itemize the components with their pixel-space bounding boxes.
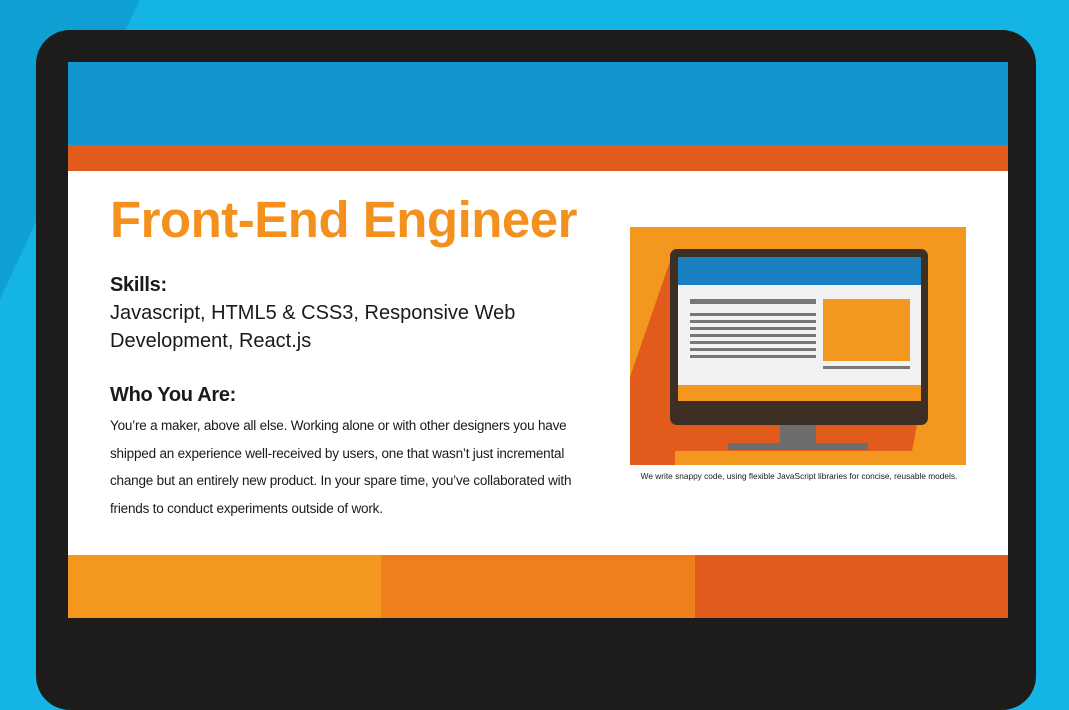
footer-band-3 <box>694 555 1008 618</box>
header-blue-band <box>68 62 1008 145</box>
skills-heading: Skills: <box>110 274 167 296</box>
footer-color-bands <box>68 555 1008 618</box>
who-you-are-heading: Who You Are: <box>110 384 237 406</box>
page-title: Front-End Engineer <box>110 191 577 248</box>
computer-monitor-icon <box>630 227 966 465</box>
footer-band-2 <box>381 555 695 618</box>
footer-band-1 <box>68 555 382 618</box>
tablet-screen: Front-End Engineer Skills: Javascript, H… <box>68 62 1008 618</box>
skills-text: Javascript, HTML5 & CSS3, Responsive Web… <box>110 302 516 352</box>
who-you-are-text: You’re a maker, above all else. Working … <box>110 418 572 516</box>
illustration-caption: We write snappy code, using flexible Jav… <box>640 471 958 481</box>
header-orange-band <box>68 145 1008 171</box>
